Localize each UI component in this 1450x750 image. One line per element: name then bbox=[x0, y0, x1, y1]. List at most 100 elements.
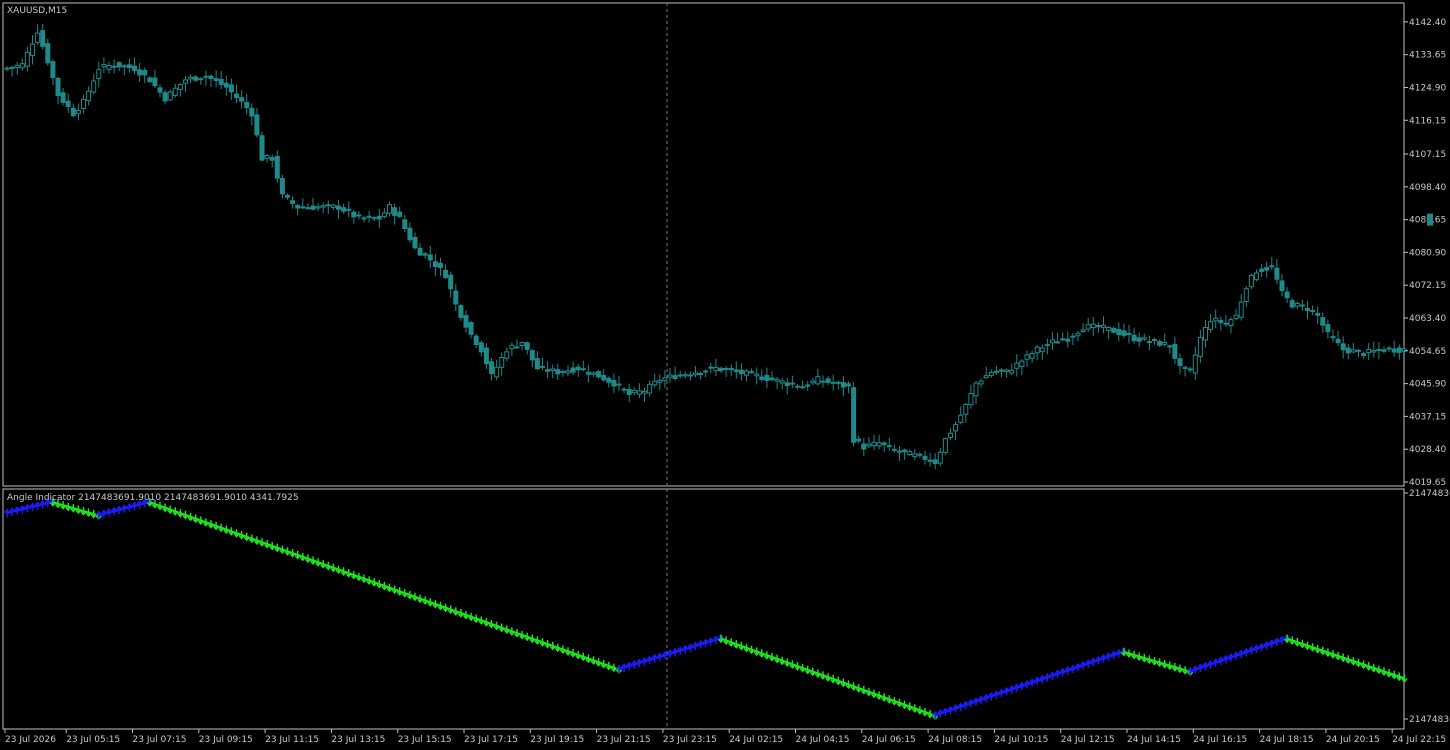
candle-body-down bbox=[70, 107, 76, 117]
candle-body-down bbox=[902, 449, 908, 453]
candle-body-down bbox=[601, 374, 607, 381]
candle-body-up bbox=[1182, 366, 1188, 369]
time-tick-label: 23 Jul 05:15 bbox=[66, 735, 120, 745]
candle-body-down bbox=[851, 387, 857, 443]
candle-body-up bbox=[19, 63, 25, 69]
candle-body-down bbox=[993, 370, 999, 373]
time-tick-label: 23 Jul 09:15 bbox=[199, 735, 253, 745]
candle-body-up bbox=[953, 424, 959, 432]
candle-body-up bbox=[96, 69, 102, 79]
candle-body-up bbox=[652, 380, 658, 386]
candle-body-up bbox=[111, 65, 117, 68]
time-tick-label: 24 Jul 02:15 bbox=[729, 735, 783, 745]
candle-body-up bbox=[937, 451, 943, 464]
candle-body-up bbox=[509, 344, 515, 350]
candle-body-down bbox=[1356, 349, 1361, 352]
time-tick-label: 24 Jul 10:15 bbox=[994, 735, 1048, 745]
candle-body-down bbox=[1131, 334, 1137, 342]
candle-body-down bbox=[432, 261, 438, 268]
candle-body-down bbox=[412, 237, 418, 249]
candle-body-down bbox=[830, 381, 836, 384]
candle-body-down bbox=[55, 77, 61, 96]
candle-body-down bbox=[121, 65, 127, 68]
time-tick-label: 24 Jul 06:15 bbox=[862, 735, 916, 745]
chart-background bbox=[0, 0, 1450, 750]
candle-body-down bbox=[132, 65, 137, 72]
candle-body-up bbox=[1162, 342, 1168, 345]
candle-body-up bbox=[1004, 369, 1010, 373]
candle bbox=[259, 131, 265, 162]
candle-body-down bbox=[478, 342, 484, 353]
candle-body-down bbox=[1335, 338, 1341, 344]
candle-body-up bbox=[514, 346, 520, 349]
time-tick-label: 24 Jul 18:15 bbox=[1260, 735, 1314, 745]
candle-body-up bbox=[754, 373, 760, 377]
indicator-title: Angle Indicator 2147483691.9010 21474836… bbox=[7, 493, 299, 503]
candle-body-up bbox=[682, 374, 688, 377]
candle-body-up bbox=[381, 212, 387, 218]
candle-body-down bbox=[126, 64, 132, 69]
candle-body-up bbox=[988, 371, 994, 377]
candle-body-up bbox=[24, 51, 30, 67]
candle-body-up bbox=[325, 204, 331, 207]
candle-body-down bbox=[698, 373, 704, 376]
candle-body-up bbox=[1029, 352, 1035, 359]
candle-body-up bbox=[657, 379, 663, 383]
candle-body-down bbox=[218, 78, 224, 86]
candle-body-up bbox=[1233, 314, 1239, 320]
candle-body-up bbox=[519, 342, 525, 346]
candle-body-up bbox=[366, 215, 372, 218]
candle-body-up bbox=[1141, 337, 1147, 340]
candle-body-up bbox=[667, 374, 673, 378]
candle-body-down bbox=[244, 101, 250, 109]
candle-body-up bbox=[1075, 332, 1081, 337]
candle-body-down bbox=[376, 215, 382, 220]
candle-body-up bbox=[1192, 354, 1198, 374]
candle-body-down bbox=[825, 378, 831, 383]
candle-body-up bbox=[1294, 302, 1300, 307]
indicator-tick-label: 21474836 bbox=[1409, 715, 1450, 725]
candle-body-down bbox=[407, 227, 413, 241]
candle-body-down bbox=[443, 269, 449, 278]
candle-body-down bbox=[1315, 312, 1321, 316]
candle-body-up bbox=[1101, 324, 1106, 328]
candle-body-down bbox=[621, 388, 627, 391]
candle-body-up bbox=[1146, 341, 1152, 344]
candle-body-down bbox=[356, 214, 362, 217]
candle-body-up bbox=[917, 453, 923, 456]
candle-body-up bbox=[30, 43, 35, 56]
candle-body-down bbox=[1284, 291, 1290, 299]
candle-body-down bbox=[1060, 338, 1066, 341]
time-tick-label: 23 Jul 2026 bbox=[5, 735, 56, 745]
candle-body-up bbox=[9, 66, 15, 69]
candle-body-down bbox=[463, 315, 469, 328]
candle-body-down bbox=[254, 114, 260, 136]
candle-body-down bbox=[805, 384, 811, 387]
candle-body-down bbox=[40, 30, 46, 47]
candle-body-down bbox=[881, 442, 887, 445]
price-tick-label: 4045.90 bbox=[1409, 380, 1446, 390]
candle-body-down bbox=[346, 208, 352, 211]
candle-body-down bbox=[749, 371, 755, 374]
candle-body-down bbox=[759, 376, 765, 380]
candle-body-up bbox=[1203, 326, 1208, 341]
price-tick-label: 4116.15 bbox=[1409, 116, 1446, 126]
candle-body-up bbox=[1106, 326, 1112, 331]
candle-body-down bbox=[856, 438, 862, 442]
time-tick-label: 23 Jul 23:15 bbox=[663, 735, 717, 745]
symbol-title: XAUUSD,M15 bbox=[7, 6, 67, 16]
candle-body-down bbox=[208, 75, 214, 79]
candle-body-down bbox=[483, 347, 489, 365]
price-axis[interactable]: 4142.40 4133.65 4124.90 4116.15 4107.15 4098.… bbox=[1404, 18, 1446, 488]
candle-body-up bbox=[983, 375, 989, 379]
candle-body-up bbox=[86, 90, 92, 102]
trading-chart: 4142.40 4133.65 4124.90 4116.15 4107.15 4098.… bbox=[0, 0, 1450, 750]
candle-body-down bbox=[733, 369, 739, 373]
candle-body-down bbox=[300, 206, 306, 209]
candle-body-up bbox=[1080, 329, 1086, 332]
candle-body-up bbox=[693, 372, 698, 376]
candle-body-down bbox=[417, 247, 423, 256]
candle-body-down bbox=[1157, 341, 1163, 346]
candle-body-down bbox=[626, 389, 632, 395]
candle-body-down bbox=[422, 253, 428, 256]
